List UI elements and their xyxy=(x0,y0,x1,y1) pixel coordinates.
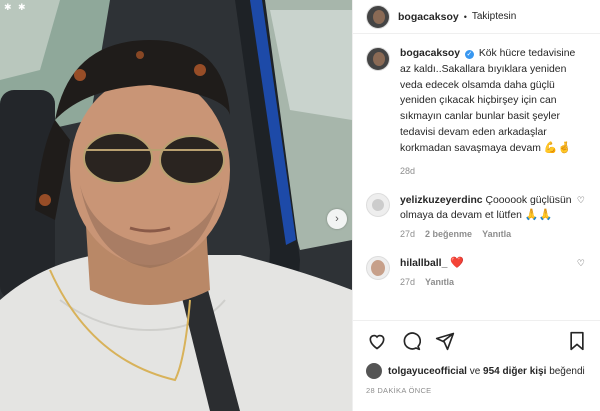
caption-emoji: 💪🤞 xyxy=(543,141,572,154)
heart-icon[interactable]: ♡ xyxy=(577,258,585,269)
caption-time[interactable]: 28d xyxy=(400,166,587,176)
chevron-right-icon[interactable]: › xyxy=(327,209,347,229)
comments-section: bogacaksoy ✓ Kök hücre tedavisine az kal… xyxy=(353,34,600,350)
avatar[interactable] xyxy=(366,363,382,379)
post-photo[interactable] xyxy=(0,0,352,411)
comment-time[interactable]: 27d xyxy=(400,277,415,287)
comment-meta: 27d Yanıtla xyxy=(400,277,580,287)
action-icons xyxy=(366,329,588,353)
caption-body: Kök hücre tedavisine az kaldı..Sakallara… xyxy=(400,48,576,154)
separator-dot: • xyxy=(463,11,467,22)
avatar[interactable] xyxy=(366,47,390,71)
photo-dots: ✱ ✱ xyxy=(4,2,28,12)
reply-button[interactable]: Yanıtla xyxy=(425,277,454,287)
action-bar: tolgayuceofficial ve 954 diğer kişi beğe… xyxy=(353,320,600,395)
heart-icon[interactable] xyxy=(366,330,388,352)
share-icon[interactable] xyxy=(434,330,456,352)
heart-icon[interactable]: ♡ xyxy=(577,195,585,206)
comment-username[interactable]: hilallball_ xyxy=(400,258,447,269)
likes-connector: ve xyxy=(469,365,481,377)
bookmark-icon[interactable] xyxy=(566,330,588,352)
comment-time[interactable]: 27d xyxy=(400,229,415,239)
post-header: bogacaksoy • Takiptesin xyxy=(353,0,600,34)
liker-username[interactable]: tolgayuceofficial xyxy=(388,366,467,377)
likes-summary: tolgayuceofficial ve 954 diğer kişi beğe… xyxy=(366,363,588,379)
avatar[interactable] xyxy=(366,255,390,280)
caption: bogacaksoy ✓ Kök hücre tedavisine az kal… xyxy=(366,46,587,157)
comment-icon[interactable] xyxy=(400,330,422,352)
likes-suffix: beğendi xyxy=(549,365,585,377)
comment-likes[interactable]: 2 beğenme xyxy=(425,229,472,239)
comment-text: hilallball_ ❤️ xyxy=(400,256,580,271)
header-username[interactable]: bogacaksoy xyxy=(398,11,459,23)
comment-item: hilallball_ ❤️ 27d Yanıtla ♡ xyxy=(366,255,587,287)
comment-item: yelizkuzeyerdinc Çoooook güçlüsün olmaya… xyxy=(366,192,587,239)
post-panel: bogacaksoy • Takiptesin bogacaksoy ✓ Kök… xyxy=(352,0,600,411)
comment-meta: 27d 2 beğenme Yanıtla xyxy=(400,229,580,239)
comment-text: yelizkuzeyerdinc Çoooook güçlüsün olmaya… xyxy=(400,193,580,223)
follow-status[interactable]: Takiptesin xyxy=(472,11,516,22)
avatar[interactable] xyxy=(366,4,390,29)
likes-count[interactable]: 954 diğer kişi xyxy=(483,366,546,377)
caption-username[interactable]: bogacaksoy xyxy=(400,48,460,59)
verified-icon: ✓ xyxy=(464,50,474,59)
photo-image xyxy=(0,0,352,411)
reply-button[interactable]: Yanıtla xyxy=(482,229,511,239)
comment-emoji: ❤️ xyxy=(450,256,464,269)
comment-emoji: 🙏🙏 xyxy=(524,208,553,221)
caption-text: bogacaksoy ✓ Kök hücre tedavisine az kal… xyxy=(400,46,587,157)
comment-username[interactable]: yelizkuzeyerdinc xyxy=(400,195,483,206)
avatar[interactable] xyxy=(366,192,390,217)
post-time-ago[interactable]: 28 DAKİKA ÖNCE xyxy=(366,386,588,395)
